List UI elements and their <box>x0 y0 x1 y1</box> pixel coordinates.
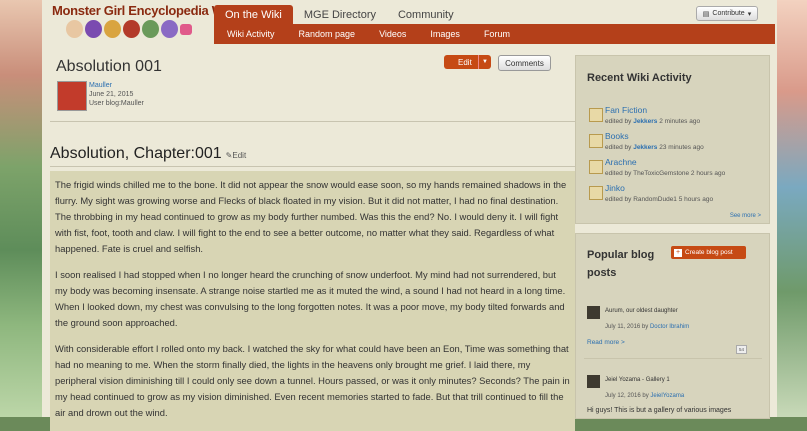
module-title: Popular blog posts <box>587 249 655 279</box>
edit-label: Edit <box>458 57 472 67</box>
activity-meta: edited by Jekkers 23 minutes ago <box>605 144 704 151</box>
avatar[interactable] <box>57 81 87 111</box>
subnav-random-page[interactable]: Random page <box>286 29 356 39</box>
wiki-logo[interactable]: Monster Girl Encyclopedia Wiki <box>52 2 238 42</box>
main-content: Absolution 001 Edit ▼ Comments Mauller J… <box>42 44 575 431</box>
activity-page-link[interactable]: Jinko <box>605 183 625 193</box>
create-label: Create blog post <box>685 249 733 256</box>
author-info: Mauller June 21, 2015 User blog:Mauller <box>89 81 144 108</box>
activity-user-link[interactable]: Jekkers <box>633 118 657 125</box>
article-heading: Absolution, Chapter:001 ✎Edit <box>50 145 246 163</box>
read-more-link[interactable]: Read more > <box>587 339 625 346</box>
post-thumbnail[interactable] <box>587 375 600 388</box>
post-thumbnail[interactable] <box>587 306 600 319</box>
edit-page-icon <box>589 108 603 122</box>
divider <box>584 358 762 359</box>
tab-community[interactable]: Community <box>387 5 465 24</box>
tab-mge-directory[interactable]: MGE Directory <box>293 5 387 24</box>
edit-page-icon <box>589 134 603 148</box>
post-meta: July 12, 2016 by JeielYozama <box>605 393 685 399</box>
background-art-left <box>0 0 42 417</box>
edit-page-icon <box>589 160 603 174</box>
post-meta: July 11, 2016 by Doctor Ibrahim <box>605 324 690 330</box>
paragraph: I soon realised I had stopped when I no … <box>55 269 566 328</box>
post-author-link[interactable]: Doctor Ibrahim <box>650 324 689 330</box>
activity-user-link[interactable]: Jekkers <box>633 144 657 151</box>
divider <box>50 121 575 122</box>
edit-button[interactable]: Edit ▼ <box>444 55 491 69</box>
activity-meta: edited by TheToxicGemstone 2 hours ago <box>605 170 726 177</box>
activity-user-link[interactable]: TheToxicGemstone <box>633 170 689 177</box>
main-tabs: On the Wiki MGE Directory Community <box>214 5 465 24</box>
subnav-wiki-activity[interactable]: Wiki Activity <box>214 29 275 39</box>
paragraph: With considerable effort I rolled onto m… <box>55 343 570 418</box>
post-author-link[interactable]: JeielYozama <box>650 393 684 399</box>
see-more-link[interactable]: See more > <box>730 213 761 219</box>
logo-characters <box>66 20 192 38</box>
logo-text: Monster Girl Encyclopedia Wiki <box>52 3 238 18</box>
recent-activity-module: Recent Wiki Activity Fan Fiction edited … <box>575 55 770 224</box>
chevron-down-icon: ▾ <box>747 10 752 18</box>
heading-divider <box>50 166 575 167</box>
heading-text: Absolution, Chapter:001 <box>50 145 222 162</box>
page-title: Absolution 001 <box>56 58 162 75</box>
blog-breadcrumb[interactable]: User blog:Mauller <box>89 99 144 108</box>
activity-user-link[interactable]: RandomDude1 <box>633 196 677 203</box>
page: Monster Girl Encyclopedia Wiki On the Wi… <box>42 0 777 431</box>
activity-meta: edited by RandomDude1 5 hours ago <box>605 196 714 203</box>
header: Monster Girl Encyclopedia Wiki On the Wi… <box>42 0 777 44</box>
activity-page-link[interactable]: Fan Fiction <box>605 105 647 115</box>
activity-page-link[interactable]: Books <box>605 131 629 141</box>
post-title-link[interactable]: Aurum, our oldest daughter <box>605 308 678 314</box>
plus-icon: + <box>674 248 682 257</box>
post-snippet: Hi guys! This is but a gallery of variou… <box>587 407 732 414</box>
page-icon: ▤ <box>702 10 710 18</box>
subnav-images[interactable]: Images <box>417 29 460 39</box>
subnav: Wiki Activity Random page Videos Images … <box>214 24 521 44</box>
post-date: June 21, 2015 <box>89 91 134 98</box>
contribute-button[interactable]: ▤ Contribute ▾ <box>696 6 758 21</box>
create-blog-post-button[interactable]: + Create blog post <box>671 246 746 259</box>
post-title-link[interactable]: Jeiel Yozama - Gallery 1 <box>605 377 670 383</box>
chevron-down-icon[interactable]: ▼ <box>478 55 491 69</box>
comments-button[interactable]: Comments <box>498 55 551 71</box>
background-art-right <box>777 0 807 417</box>
popular-blog-module: Popular blog posts + Create blog post Au… <box>575 233 770 419</box>
module-title: Recent Wiki Activity <box>587 72 692 84</box>
subnav-forum[interactable]: Forum <box>471 29 510 39</box>
activity-page-link[interactable]: Arachne <box>605 157 637 167</box>
heading-edit-link[interactable]: ✎Edit <box>226 151 247 160</box>
comment-count-badge[interactable]: 54 <box>736 345 747 354</box>
subnav-videos[interactable]: Videos <box>366 29 406 39</box>
tab-on-the-wiki[interactable]: On the Wiki <box>214 5 293 24</box>
article-body: The frigid winds chilled me to the bone.… <box>50 171 575 431</box>
edit-page-icon <box>589 186 603 200</box>
paragraph: The frigid winds chilled me to the bone.… <box>55 179 567 254</box>
activity-meta: edited by Jekkers 2 minutes ago <box>605 118 701 125</box>
author-name[interactable]: Mauller <box>89 81 144 90</box>
contribute-label: Contribute <box>712 10 745 17</box>
